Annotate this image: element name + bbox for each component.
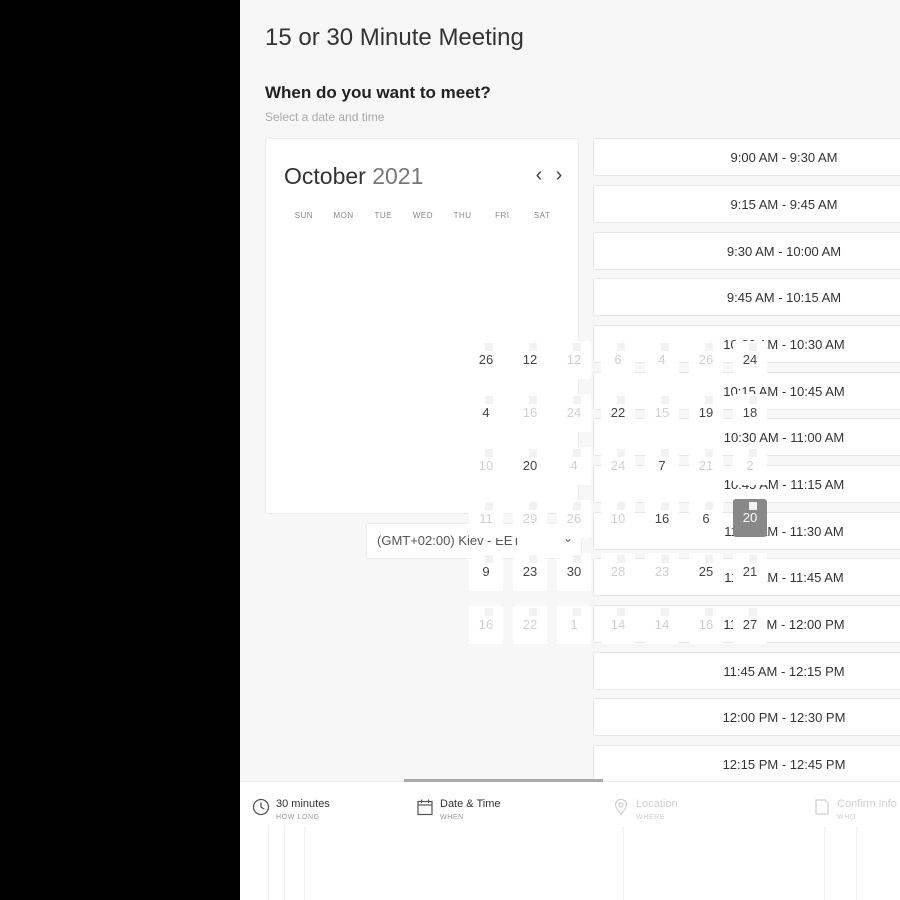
time-slot[interactable]: 9:15 AM - 9:45 AM [593,185,900,223]
weekday-label: FRI [495,211,510,220]
cell-separator [749,608,757,616]
document-icon [815,799,829,815]
cell-separator [661,502,669,510]
cell-separator [661,396,669,404]
time-slot-label: 9:30 AM - 10:00 AM [726,244,842,259]
time-slot[interactable]: 12:15 PM - 12:45 PM [593,745,900,783]
section-hint: Select a date and time [265,110,385,124]
cell-separator [705,608,713,616]
weekday-header: SUN MON TUE WED THU FRI SAT [284,211,562,220]
cell-separator [485,343,493,351]
weekday-label: SAT [533,211,551,220]
cell-separator [661,449,669,457]
time-slot-label: 10:30 AM - 11:00 AM [723,430,845,445]
weekday-label: WED [412,211,433,220]
cell-separator [661,343,669,351]
chevron-left-icon[interactable]: ‹ [532,165,546,185]
cell-separator [617,502,625,510]
tab-label: Location [636,798,678,810]
cell-separator [617,343,625,351]
step-tab-bar: 30 minutes HOW LONG Date & Time WHEN Loc… [240,779,900,900]
cell-separator [617,608,625,616]
time-slot[interactable]: 12:00 PM - 12:30 PM [593,698,900,736]
cell-separator [661,608,669,616]
tab-label: Confirm Info [837,798,897,810]
active-tab-indicator [404,779,603,782]
time-slot-label: 12:15 PM - 12:45 PM [722,757,846,772]
time-slot-label: 9:00 AM - 9:30 AM [730,150,838,165]
cell-separator [705,396,713,404]
cell-separator [573,396,581,404]
chevron-right-icon[interactable]: › [552,165,566,185]
clock-icon [252,798,270,816]
time-slot-label: 12:00 PM - 12:30 PM [722,710,846,725]
tab-label: Date & Time [440,798,501,810]
weekday-label: THU [453,211,472,220]
cell-separator [529,555,537,563]
scheduling-page: 15 or 30 Minute Meeting When do you want… [240,0,900,900]
weekday-label: MON [333,211,354,220]
cell-separator [705,343,713,351]
divider [623,826,624,900]
cell-separator [617,449,625,457]
cell-separator [705,502,713,510]
cell-separator [529,449,537,457]
cell-separator [529,396,537,404]
cell-separator [529,343,537,351]
cell-separator [749,343,757,351]
weekday-label: SUN [294,211,314,220]
divider [824,826,825,900]
location-pin-icon [614,798,628,816]
cell-separator [573,555,581,563]
divider [304,826,305,900]
time-slot[interactable]: 9:00 AM - 9:30 AM [593,138,900,176]
tab-sublabel: WHERE [636,814,666,821]
cell-separator [573,449,581,457]
cell-separator [485,608,493,616]
page-title: 15 or 30 Minute Meeting [265,24,524,51]
cell-separator [749,449,757,457]
time-slot-label: 9:15 AM - 9:45 AM [730,197,838,212]
divider [284,826,285,900]
time-slot[interactable]: 11:45 AM - 12:15 PM [593,652,900,690]
calendar-month-year: October 2021 [284,163,423,190]
cell-separator [749,502,757,510]
cell-separator [661,555,669,563]
cell-separator [529,608,537,616]
cell-separator [485,396,493,404]
cell-separator [749,396,757,404]
tab-sublabel: WHEN [440,814,464,821]
calendar-year: 2021 [372,163,424,189]
tab-sublabel: WHO [837,814,856,821]
cell-separator [617,396,625,404]
cell-separator [749,555,757,563]
calendar-month: October [284,163,366,189]
weekday-label: TUE [374,211,392,220]
time-slot[interactable]: 9:30 AM - 10:00 AM [593,232,900,270]
cell-separator [573,502,581,510]
cell-separator [573,343,581,351]
cell-separator [485,502,493,510]
section-question: When do you want to meet? [265,83,491,102]
cell-separator [705,449,713,457]
time-slot[interactable]: 9:45 AM - 10:15 AM [593,278,900,316]
tab-label: 30 minutes [276,798,330,810]
tab-sublabel: HOW LONG [276,814,320,821]
divider [856,826,857,900]
cell-separator [485,449,493,457]
time-slot-label: 9:45 AM - 10:15 AM [726,290,842,305]
cell-separator [485,555,493,563]
divider [268,826,269,900]
time-slot-label: 11:45 AM - 12:15 PM [723,664,845,679]
calendar-icon [417,799,433,816]
cell-separator [529,502,537,510]
cell-separator [573,608,581,616]
cell-separator [617,555,625,563]
cell-separator [705,555,713,563]
